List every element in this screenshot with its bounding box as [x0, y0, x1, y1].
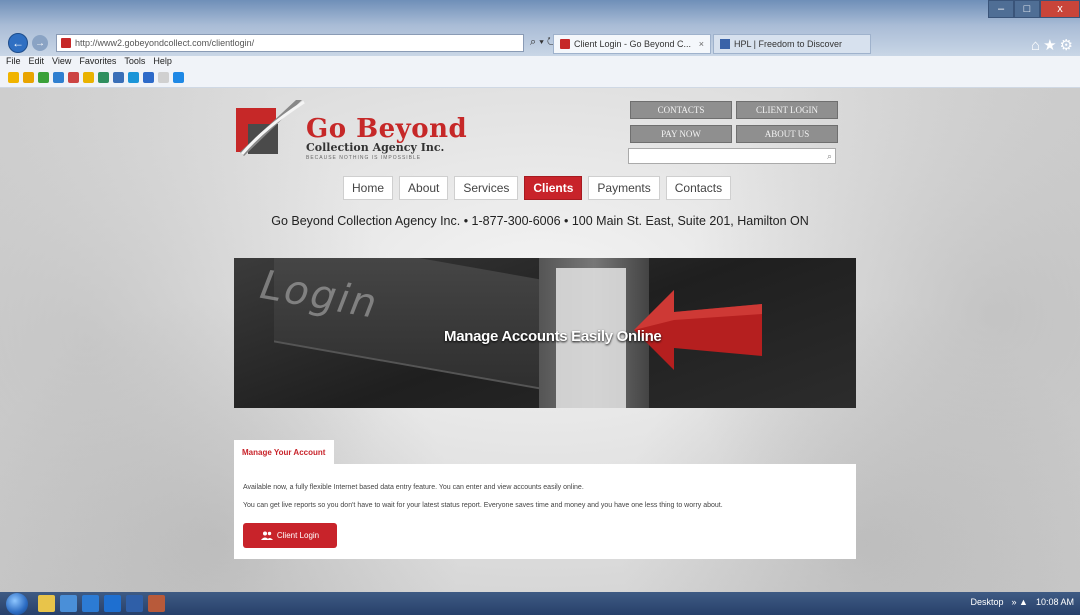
nav-clients[interactable]: Clients: [524, 176, 583, 200]
address-bar[interactable]: http://www2.gobeyondcollect.com/clientlo…: [56, 34, 524, 52]
tab-favicon-icon: [720, 39, 730, 49]
tab-label: Client Login - Go Beyond C...: [574, 39, 692, 49]
contacts-button[interactable]: CONTACTS: [630, 101, 732, 119]
minimize-button[interactable]: –: [988, 0, 1014, 18]
menu-help[interactable]: Help: [153, 56, 172, 68]
client-login-top-button[interactable]: CLIENT LOGIN: [736, 101, 838, 119]
manage-account-panel: Available now, a fully flexible Internet…: [234, 464, 856, 559]
logo-subtitle: Collection Agency Inc.: [306, 141, 445, 154]
tab-close-icon[interactable]: ×: [699, 39, 704, 49]
client-login-label: Client Login: [276, 531, 320, 540]
users-icon: [260, 531, 273, 540]
logo-mark-icon: [236, 100, 305, 156]
favorite-link-icon[interactable]: [68, 72, 79, 83]
nav-payments[interactable]: Payments: [588, 176, 660, 200]
contact-info: Go Beyond Collection Agency Inc. • 1-877…: [271, 214, 809, 228]
about-us-button[interactable]: ABOUT US: [736, 125, 838, 143]
favorites-bar: [0, 68, 1080, 88]
tab-label: HPL | Freedom to Discover: [734, 39, 843, 49]
close-button[interactable]: x: [1040, 0, 1080, 18]
logo-tagline: BECAUSE NOTHING IS IMPOSSIBLE: [306, 155, 422, 161]
tab-favicon-icon: [560, 39, 570, 49]
browser-titlebar: ← → http://www2.gobeyondcollect.com/clie…: [0, 0, 1080, 56]
app-icon[interactable]: [82, 595, 99, 612]
nav-services[interactable]: Services: [454, 176, 519, 200]
client-login-button[interactable]: Client Login: [243, 523, 337, 548]
tray-icons[interactable]: » ▲: [1012, 597, 1028, 607]
main-nav: Home About Services Clients Payments Con…: [343, 176, 732, 200]
site-favicon-icon: [61, 38, 71, 48]
maximize-button[interactable]: □: [1014, 0, 1040, 18]
hero-banner: Login Manage Accounts Easily Online: [234, 258, 856, 408]
site-logo[interactable]: Go Beyond Collection Agency Inc. BECAUSE…: [234, 98, 474, 161]
favorite-link-icon[interactable]: [113, 72, 124, 83]
menu-favorites[interactable]: Favorites: [79, 56, 116, 68]
menu-view[interactable]: View: [52, 56, 71, 68]
favorite-link-icon[interactable]: [53, 72, 64, 83]
nav-home[interactable]: Home: [343, 176, 394, 200]
tab-hpl[interactable]: HPL | Freedom to Discover: [713, 34, 871, 54]
account-paragraph: Available now, a fully flexible Internet…: [243, 484, 584, 491]
nav-about[interactable]: About: [399, 176, 449, 200]
app-icon[interactable]: [60, 595, 77, 612]
favorites-star-icon[interactable]: [8, 72, 19, 83]
app-icon[interactable]: [148, 595, 165, 612]
account-paragraph: You can get live reports so you don't ha…: [243, 502, 723, 509]
nav-contacts[interactable]: Contacts: [665, 176, 732, 200]
menu-bar: File Edit View Favorites Tools Help: [0, 56, 1080, 68]
feed-icon[interactable]: [23, 72, 34, 83]
forward-button[interactable]: →: [32, 35, 48, 51]
taskbar: Desktop » ▲ 10:08 AM: [0, 592, 1080, 615]
manage-account-tab[interactable]: Manage Your Account: [234, 440, 334, 464]
search-input[interactable]: ⌕: [628, 148, 836, 164]
favorite-link-icon[interactable]: [98, 72, 109, 83]
logo-title: Go Beyond: [306, 114, 468, 144]
favorite-link-icon[interactable]: [173, 72, 184, 83]
hero-title: Manage Accounts Easily Online: [444, 328, 662, 345]
home-favorites-settings-icons[interactable]: ⌂★⚙: [1031, 36, 1076, 54]
desktop-toolbar-label[interactable]: Desktop: [971, 597, 1004, 607]
outlook-icon[interactable]: [126, 595, 143, 612]
menu-edit[interactable]: Edit: [29, 56, 45, 68]
menu-file[interactable]: File: [6, 56, 21, 68]
window-controls: – □ x: [988, 0, 1080, 18]
file-explorer-icon[interactable]: [38, 595, 55, 612]
back-button[interactable]: ←: [8, 33, 28, 53]
favorite-link-icon[interactable]: [128, 72, 139, 83]
pay-now-button[interactable]: PAY NOW: [630, 125, 732, 143]
favorite-link-icon[interactable]: [158, 72, 169, 83]
favorite-link-icon[interactable]: [38, 72, 49, 83]
favorite-link-icon[interactable]: [83, 72, 94, 83]
search-icon[interactable]: ⌕: [827, 151, 832, 162]
ie-icon[interactable]: [104, 595, 121, 612]
start-button[interactable]: [6, 593, 28, 615]
clock[interactable]: 10:08 AM: [1036, 597, 1074, 607]
system-tray: Desktop » ▲ 10:08 AM: [971, 597, 1074, 607]
favorite-link-icon[interactable]: [143, 72, 154, 83]
tab-client-login[interactable]: Client Login - Go Beyond C... ×: [553, 34, 711, 54]
web-page: Go Beyond Collection Agency Inc. BECAUSE…: [0, 88, 1080, 592]
address-url[interactable]: http://www2.gobeyondcollect.com/clientlo…: [75, 38, 254, 48]
menu-tools[interactable]: Tools: [124, 56, 145, 68]
